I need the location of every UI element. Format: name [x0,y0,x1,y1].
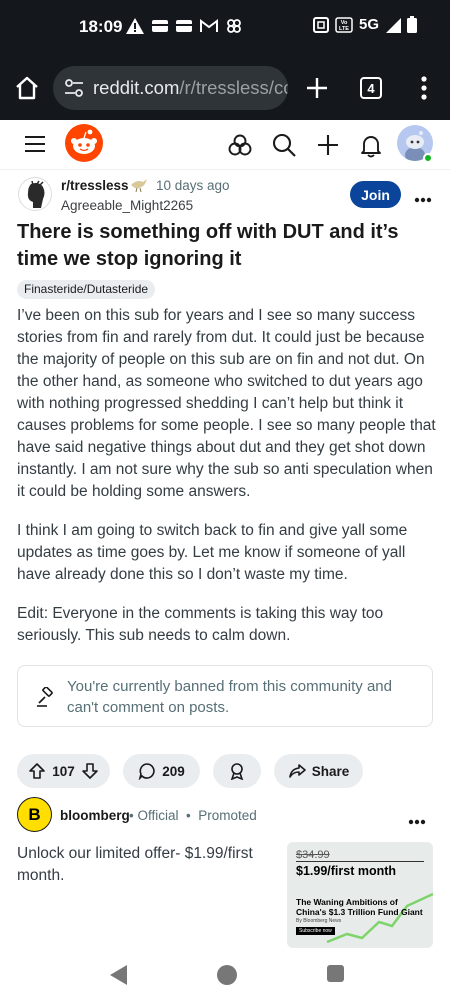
subreddit-avatar-icon [27,180,45,208]
wallet-icon [176,19,192,33]
award-button[interactable] [213,754,261,788]
warning-icon [126,18,144,34]
search-icon [272,133,296,157]
pinwheel-icon [226,18,242,34]
join-button[interactable]: Join [350,181,401,208]
comment-count: 209 [162,763,185,779]
gmail-icon [200,19,218,33]
home-nav-button[interactable] [217,965,237,985]
menu-button[interactable] [24,134,46,154]
post-timestamp: 10 days ago [156,178,230,193]
post-paragraph: I’ve been on this sub for years and I se… [17,307,436,500]
promo-image[interactable]: $34.99 $1.99/first month The Waning Ambi… [287,842,433,948]
reddit-header [0,120,450,170]
promo-cta: Subscribe now [296,927,335,935]
comment-icon [138,763,155,780]
plus-icon [307,78,327,98]
address-bar[interactable]: reddit.com/r/tressless/cc [53,66,288,110]
status-time: 18:09 [79,17,123,36]
nfc-icon [313,16,329,33]
post-author[interactable]: Agreeable_Might2265 [61,198,193,213]
promo-divider [296,861,424,862]
network-type: 5G [359,16,380,33]
status-bar: 18:09 Vo LTE 5G [0,0,450,56]
more-horizontal-icon [414,197,432,203]
url-path: /r/tressless/cc [179,77,288,98]
browser-toolbar: reddit.com/r/tressless/cc 4 [0,56,450,120]
share-label: Share [311,763,350,779]
svg-text:LTE: LTE [339,26,349,32]
promo-headline: The Waning Ambitions of China's $1.3 Tri… [296,897,423,917]
comments-button[interactable]: 209 [123,754,200,788]
advertiser-name[interactable]: bloomberg [60,808,130,823]
vote-bar: 107 [17,754,110,788]
wallet-icon [152,19,168,33]
share-icon [288,764,306,778]
notifications-button[interactable] [358,132,384,158]
status-system-icons: Vo LTE 5G [313,16,418,33]
volte-icon: Vo LTE [335,16,353,33]
subreddit-name[interactable]: r/tressless [61,178,129,193]
tab-switcher-button[interactable]: 4 [360,77,382,99]
bird-emoji-icon [129,175,149,193]
status-notification-icons [126,18,242,34]
online-status-indicator [423,153,433,163]
site-settings-icon[interactable] [63,77,85,99]
reddit-logo[interactable] [65,124,103,162]
ban-notice: You're currently banned from this commun… [17,665,433,727]
post-paragraph: I think I am going to switch back to fin… [17,522,408,583]
promo-byline: By Bloomberg News [296,918,342,924]
promo-text[interactable]: Unlock our limited offer- $1.99/first mo… [17,843,277,887]
promoted-label: Promoted [198,808,257,823]
promo-options-button[interactable] [408,812,426,825]
advertiser-logo[interactable]: B [17,797,52,832]
system-navigation-bar [0,950,450,1000]
plus-icon [318,135,338,155]
ban-notice-text: You're currently banned from this commun… [67,678,392,716]
gavel-icon [37,687,53,707]
promo-price: $1.99/first month [296,864,397,878]
share-button[interactable]: Share [274,754,363,788]
recents-button[interactable] [327,965,344,982]
url-host: reddit.com [93,77,180,98]
post-options-button[interactable] [414,190,432,203]
official-label: Official [137,808,179,823]
hamburger-icon [25,136,45,152]
bell-icon [361,136,381,158]
create-post-button[interactable] [315,132,341,158]
home-icon [16,76,38,100]
downvote-icon[interactable] [81,762,99,780]
communities-button[interactable] [227,132,253,158]
post-flair[interactable]: Finasteride/Dutasteride [17,280,156,299]
new-tab-button[interactable] [304,75,330,101]
promo-meta: • Official • Promoted [129,808,257,823]
promo-old-price: $34.99 [296,849,330,861]
more-horizontal-icon [408,819,426,825]
back-icon[interactable] [108,964,128,986]
home-button[interactable] [12,73,42,103]
signal-icon [385,17,402,33]
award-icon [230,763,244,780]
search-button[interactable] [271,132,297,158]
reddit-logo-icon [65,124,103,162]
post-title: There is something off with DUT and it’s… [17,221,399,270]
more-vertical-icon [421,76,427,100]
post-paragraph: Edit: Everyone in the comments is taking… [17,605,384,644]
upvote-count: 107 [52,763,75,779]
browser-menu-button[interactable] [417,74,431,102]
url-text: reddit.com/r/tressless/cc [93,77,288,99]
communities-icon [228,134,252,156]
subreddit-icon[interactable] [18,177,52,211]
upvote-icon[interactable] [28,762,46,780]
battery-icon [407,16,418,33]
